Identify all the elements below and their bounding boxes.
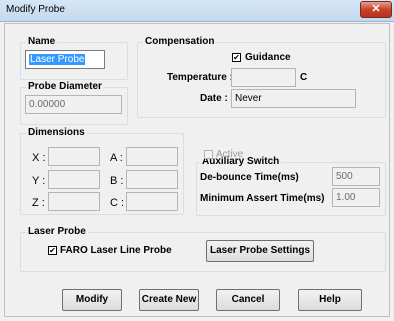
close-icon: ✕: [371, 3, 381, 15]
laser-probe-settings-button[interactable]: Laser Probe Settings: [206, 240, 314, 262]
active-checkbox[interactable]: [204, 150, 213, 159]
faro-label: FARO Laser Line Probe: [60, 245, 172, 256]
active-label: Active: [216, 149, 244, 160]
y-field[interactable]: [48, 170, 100, 189]
probe-diameter-legend: Probe Diameter: [26, 81, 104, 92]
min-assert-label: Minimum Assert Time(ms): [200, 193, 325, 204]
modify-button[interactable]: Modify: [62, 289, 122, 311]
min-assert-field[interactable]: 1.00: [332, 188, 380, 207]
b-field[interactable]: [126, 170, 178, 189]
y-label: Y :: [32, 175, 46, 187]
compensation-legend: Compensation: [143, 36, 217, 47]
z-field[interactable]: [48, 192, 100, 211]
title-bar: Modify Probe ✕: [0, 0, 394, 22]
close-button[interactable]: ✕: [360, 1, 392, 18]
z-label: Z :: [32, 197, 45, 209]
name-legend: Name: [26, 36, 58, 47]
debounce-field[interactable]: 500: [332, 167, 380, 186]
name-field[interactable]: Laser Probe: [25, 50, 105, 69]
window-title: Modify Probe: [6, 4, 65, 15]
cancel-button[interactable]: Cancel: [216, 289, 280, 311]
b-label: B :: [110, 175, 124, 187]
date-label: Date :: [200, 93, 228, 104]
temperature-unit: C: [300, 72, 308, 83]
laser-probe-legend: Laser Probe: [26, 226, 88, 237]
x-label: X :: [32, 152, 46, 164]
x-field[interactable]: [48, 147, 100, 166]
guidance-checkbox[interactable]: ✔: [232, 53, 241, 62]
check-icon: ✔: [49, 246, 56, 255]
guidance-label: Guidance: [245, 52, 291, 63]
c-label: C :: [110, 197, 125, 209]
dimensions-legend: Dimensions: [26, 127, 87, 138]
help-button[interactable]: Help: [298, 289, 362, 311]
debounce-label: De-bounce Time(ms): [200, 172, 299, 183]
create-new-button[interactable]: Create New: [139, 289, 199, 311]
probe-diameter-field[interactable]: 0.00000: [25, 95, 122, 114]
c-field[interactable]: [126, 192, 178, 211]
check-icon: ✔: [233, 53, 240, 62]
temperature-field[interactable]: [231, 68, 296, 87]
name-value: Laser Probe: [29, 54, 86, 65]
date-field[interactable]: Never: [231, 89, 356, 108]
temperature-label: Temperature :: [167, 72, 233, 83]
a-label: A :: [110, 152, 123, 164]
faro-checkbox[interactable]: ✔: [48, 246, 57, 255]
a-field[interactable]: [126, 147, 178, 166]
